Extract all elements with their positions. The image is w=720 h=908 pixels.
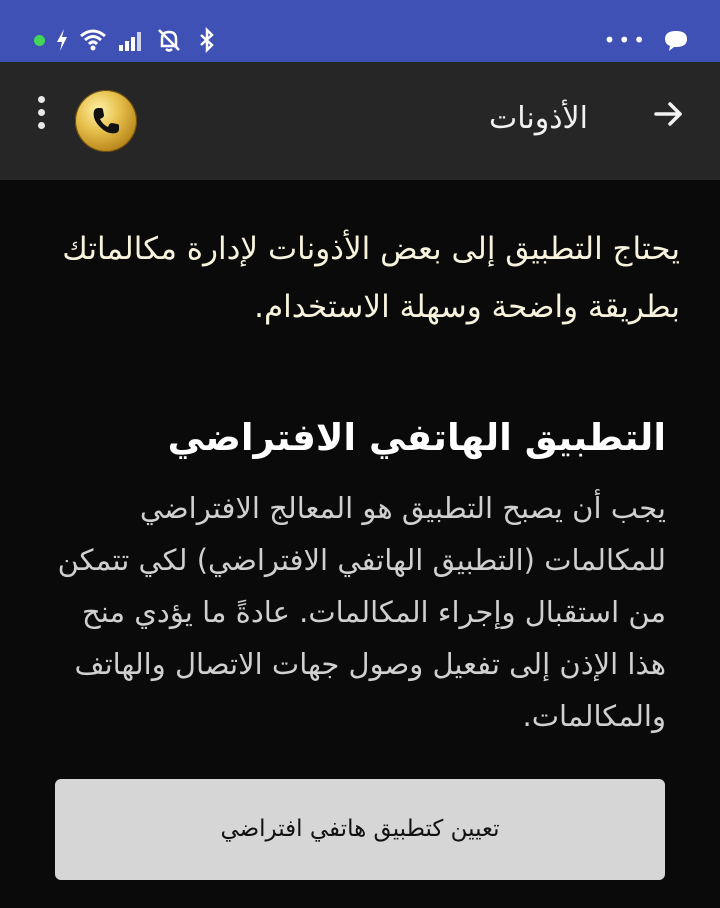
more-dots-icon: ••• (603, 28, 648, 52)
overflow-menu-icon[interactable] (28, 96, 54, 136)
permissions-content: يحتاج التطبيق إلى بعض الأذونات لإدارة مك… (0, 180, 720, 908)
section-title: التطبيق الهاتفي الافتراضي (167, 416, 666, 459)
arrow-right-icon[interactable] (648, 94, 688, 134)
wifi-icon (79, 26, 107, 54)
charging-bolt-icon (55, 26, 69, 54)
status-bar-right: ••• (604, 26, 690, 54)
status-bar: ••• (0, 0, 720, 62)
set-default-dialer-button[interactable]: تعيين كتطبيق هاتفي افتراضي (55, 779, 665, 880)
bluetooth-icon (193, 26, 221, 54)
signal-bars-icon (117, 26, 145, 54)
app-logo (75, 90, 137, 152)
phone-handset-icon (93, 108, 119, 134)
intro-text: يحتاج التطبيق إلى بعض الأذونات لإدارة مك… (62, 231, 680, 325)
status-bar-left (34, 26, 221, 54)
page-title: الأذونات (488, 101, 588, 136)
bell-off-icon (155, 26, 183, 54)
chat-bubble-icon (662, 26, 690, 54)
section-description: يجب أن يصبح التطبيق هو المعالج الافتراضي… (57, 491, 666, 733)
online-dot (34, 34, 45, 46)
